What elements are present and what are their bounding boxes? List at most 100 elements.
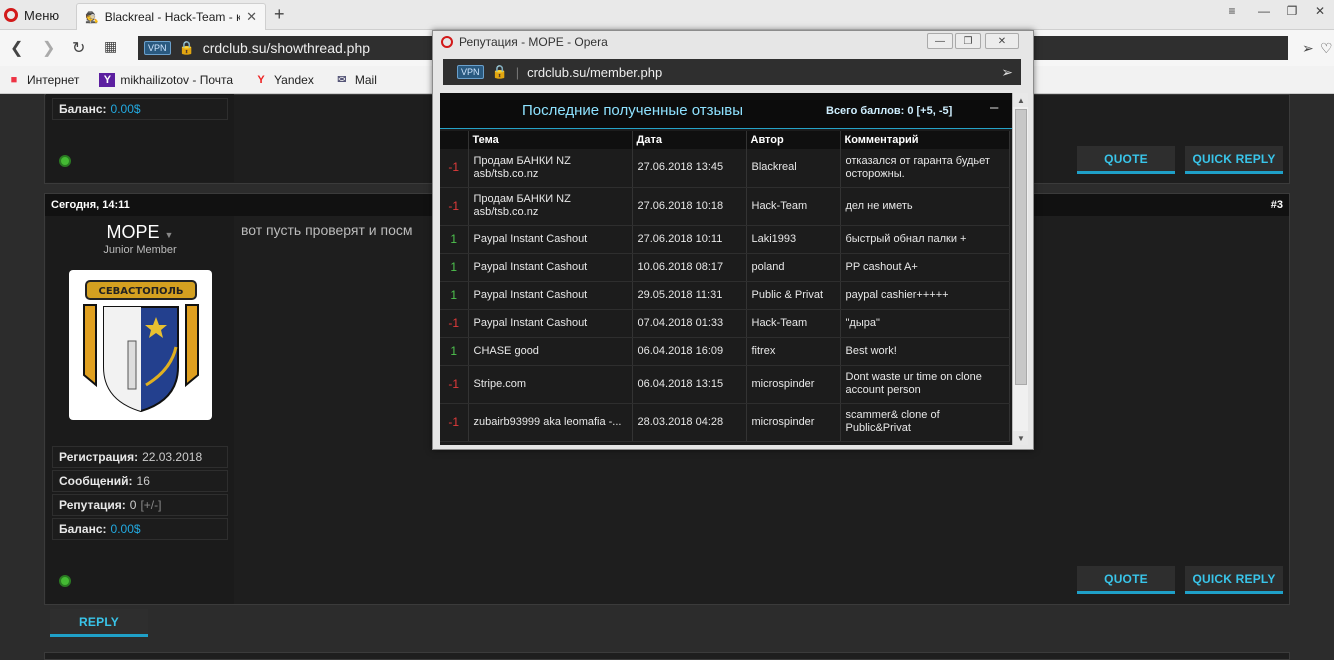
registration-value: 22.03.2018 — [142, 450, 203, 464]
column-header: Дата — [632, 131, 747, 149]
url-separator: | — [515, 64, 520, 80]
heart-icon[interactable]: ♡ — [1320, 40, 1333, 57]
table-row: 1 CHASE good 06.04.2018 16:09 fitrex Best wo… — [440, 337, 1010, 366]
spy-icon: 🕵 — [85, 11, 99, 24]
topic-link[interactable]: Paypal Instant Cashout — [468, 253, 633, 282]
popup-title: Репутация - МОРЕ - Opera — [459, 35, 608, 49]
messages-label: Сообщений: — [59, 474, 133, 488]
score-cell: -1 — [440, 187, 469, 226]
author-link[interactable]: Laki1993 — [746, 225, 841, 254]
online-status-icon — [59, 155, 71, 167]
score-cell: -1 — [440, 149, 469, 188]
svg-text:СЕВАСТОПОЛЬ: СЕВАСТОПОЛЬ — [98, 286, 183, 297]
back-icon[interactable]: ❮ — [10, 38, 23, 58]
user-rank: Junior Member — [103, 244, 177, 256]
tab-menu-icon[interactable]: ≡ — [1218, 0, 1246, 22]
score-column-header — [440, 131, 469, 149]
send-icon[interactable]: ➢ — [1302, 40, 1314, 57]
popup-address-field[interactable]: VPN 🔒 | crdclub.su/member.php ➢ — [443, 59, 1021, 85]
popup-close-icon[interactable]: ✕ — [985, 33, 1019, 49]
tab-title: Blackreal - Hack-Team - к — [104, 10, 241, 24]
author-link[interactable]: Blackreal — [746, 149, 841, 188]
bookmark-internet[interactable]: ■ Интернет — [6, 72, 80, 87]
messages-value: 16 — [136, 474, 150, 488]
author-link[interactable]: Public & Privat — [746, 281, 841, 310]
mail-icon: ✉ — [337, 74, 347, 86]
scroll-up-icon[interactable]: ▲ — [1013, 93, 1028, 107]
author-link[interactable]: microspinder — [746, 365, 841, 404]
quick-reply-button[interactable]: QUICK REPLY — [1185, 146, 1283, 174]
username-text[interactable]: МОРЕ — [107, 222, 160, 242]
tab-active[interactable]: 🕵 Blackreal - Hack-Team - к ✕ — [76, 3, 266, 30]
vpn-badge[interactable]: VPN — [144, 41, 171, 55]
reputation-vote-link[interactable]: [+/-] — [140, 498, 161, 512]
topic-link[interactable]: Paypal Instant Cashout — [468, 309, 633, 338]
bookmark-mail[interactable]: ✉ Mail — [334, 73, 377, 87]
new-tab-button[interactable]: + — [274, 4, 285, 25]
url-text[interactable]: crdclub.su/showthread.php — [203, 40, 370, 56]
table-row: 1 Paypal Instant Cashout 29.05.2018 11:31 P… — [440, 281, 1010, 310]
author-link[interactable]: fitrex — [746, 337, 841, 366]
username[interactable]: МОРЕ ▼ — [46, 222, 234, 243]
author-link[interactable]: microspinder — [746, 403, 841, 442]
post-number[interactable]: #3 — [1271, 199, 1283, 211]
balance-value: 0.00$ — [110, 102, 141, 116]
bookmark-yahoo-mail[interactable]: Y mikhailizotov - Почта — [99, 72, 233, 87]
comment-cell: отказался от гаранта будьет осторожны. — [840, 149, 1010, 188]
bookmark-label: Интернет — [27, 72, 80, 87]
scrollbar-thumb[interactable] — [1015, 109, 1027, 385]
comment-cell: Best work! — [840, 337, 1010, 366]
popup-url-text[interactable]: crdclub.su/member.php — [527, 65, 662, 80]
quote-button[interactable]: QUOTE — [1077, 566, 1175, 594]
date-cell: 27.06.2018 13:45 — [632, 149, 747, 188]
speed-dial-icon[interactable]: ▦ — [104, 38, 117, 55]
scrollbar[interactable]: ▲ ▼ — [1012, 93, 1028, 445]
scroll-down-icon[interactable]: ▼ — [1013, 431, 1028, 445]
table-row: -1 zubairb93999 aka leomafia -... 28.03.20… — [440, 403, 1010, 442]
avatar: СЕВАСТОПОЛЬ — [69, 270, 212, 420]
comment-cell: Dont waste ur time on clone account pers… — [840, 365, 1010, 404]
topic-link[interactable]: Stripe.com — [468, 365, 633, 404]
quick-reply-button[interactable]: QUICK REPLY — [1185, 566, 1283, 594]
author-link[interactable]: poland — [746, 253, 841, 282]
bookmark-yandex[interactable]: Y Yandex — [253, 73, 313, 87]
popup-content: Последние полученные отзывы Всего баллов… — [440, 93, 1028, 445]
author-link[interactable]: Hack-Team — [746, 309, 841, 338]
reputation-value[interactable]: 0 — [130, 498, 137, 512]
table-row: -1 Paypal Instant Cashout 07.04.2018 01:33… — [440, 309, 1010, 338]
reply-button[interactable]: REPLY — [50, 609, 148, 637]
topic-link[interactable]: CHASE good — [468, 337, 633, 366]
collapse-icon[interactable]: – — [990, 99, 998, 116]
post-text: вот пусть проверят и посм — [241, 222, 413, 238]
post-date: Сегодня, 14:11 — [51, 199, 130, 211]
forward-icon[interactable]: ❯ — [42, 38, 55, 58]
topic-link[interactable]: Paypal Instant Cashout — [468, 225, 633, 254]
close-window-icon[interactable]: ✕ — [1306, 0, 1334, 22]
opera-logo-icon — [441, 36, 453, 48]
topic-link[interactable]: zubairb93999 aka leomafia -... — [468, 403, 633, 442]
yandex-icon: Y — [257, 73, 265, 86]
quote-button[interactable]: QUOTE — [1077, 146, 1175, 174]
table-header-row: Тема Дата Автор Комментарий — [440, 131, 1010, 149]
vpn-badge[interactable]: VPN — [457, 65, 484, 79]
lock-icon[interactable]: 🔒 — [492, 64, 508, 80]
chevron-down-icon[interactable]: ▼ — [165, 230, 174, 240]
minimize-window-icon[interactable]: — — [1250, 0, 1278, 22]
reload-icon[interactable]: ↻ — [72, 38, 85, 58]
sevastopol-coat-of-arms-icon: СЕВАСТОПОЛЬ — [82, 280, 199, 413]
popup-minimize-icon[interactable]: — — [927, 33, 953, 49]
opera-menu-button[interactable]: Меню — [4, 5, 59, 25]
topic-link[interactable]: Продам БАНКИ NZ asb/tsb.co.nz — [468, 187, 633, 226]
comment-cell: дел не иметь — [840, 187, 1010, 226]
registration-row: Регистрация: 22.03.2018 — [52, 446, 228, 468]
topic-link[interactable]: Продам БАНКИ NZ asb/tsb.co.nz — [468, 149, 633, 188]
lock-icon[interactable]: 🔒 — [179, 40, 195, 56]
topic-link[interactable]: Paypal Instant Cashout — [468, 281, 633, 310]
send-icon[interactable]: ➢ — [1001, 64, 1013, 81]
close-tab-icon[interactable]: ✕ — [246, 9, 257, 25]
reputation-row: Репутация: 0 [+/-] — [52, 494, 228, 516]
author-link[interactable]: Hack-Team — [746, 187, 841, 226]
restore-window-icon[interactable]: ❐ — [1278, 0, 1306, 22]
total-score: Всего баллов: 0 [+5, -5] — [826, 105, 953, 117]
popup-restore-icon[interactable]: ❐ — [955, 33, 981, 49]
